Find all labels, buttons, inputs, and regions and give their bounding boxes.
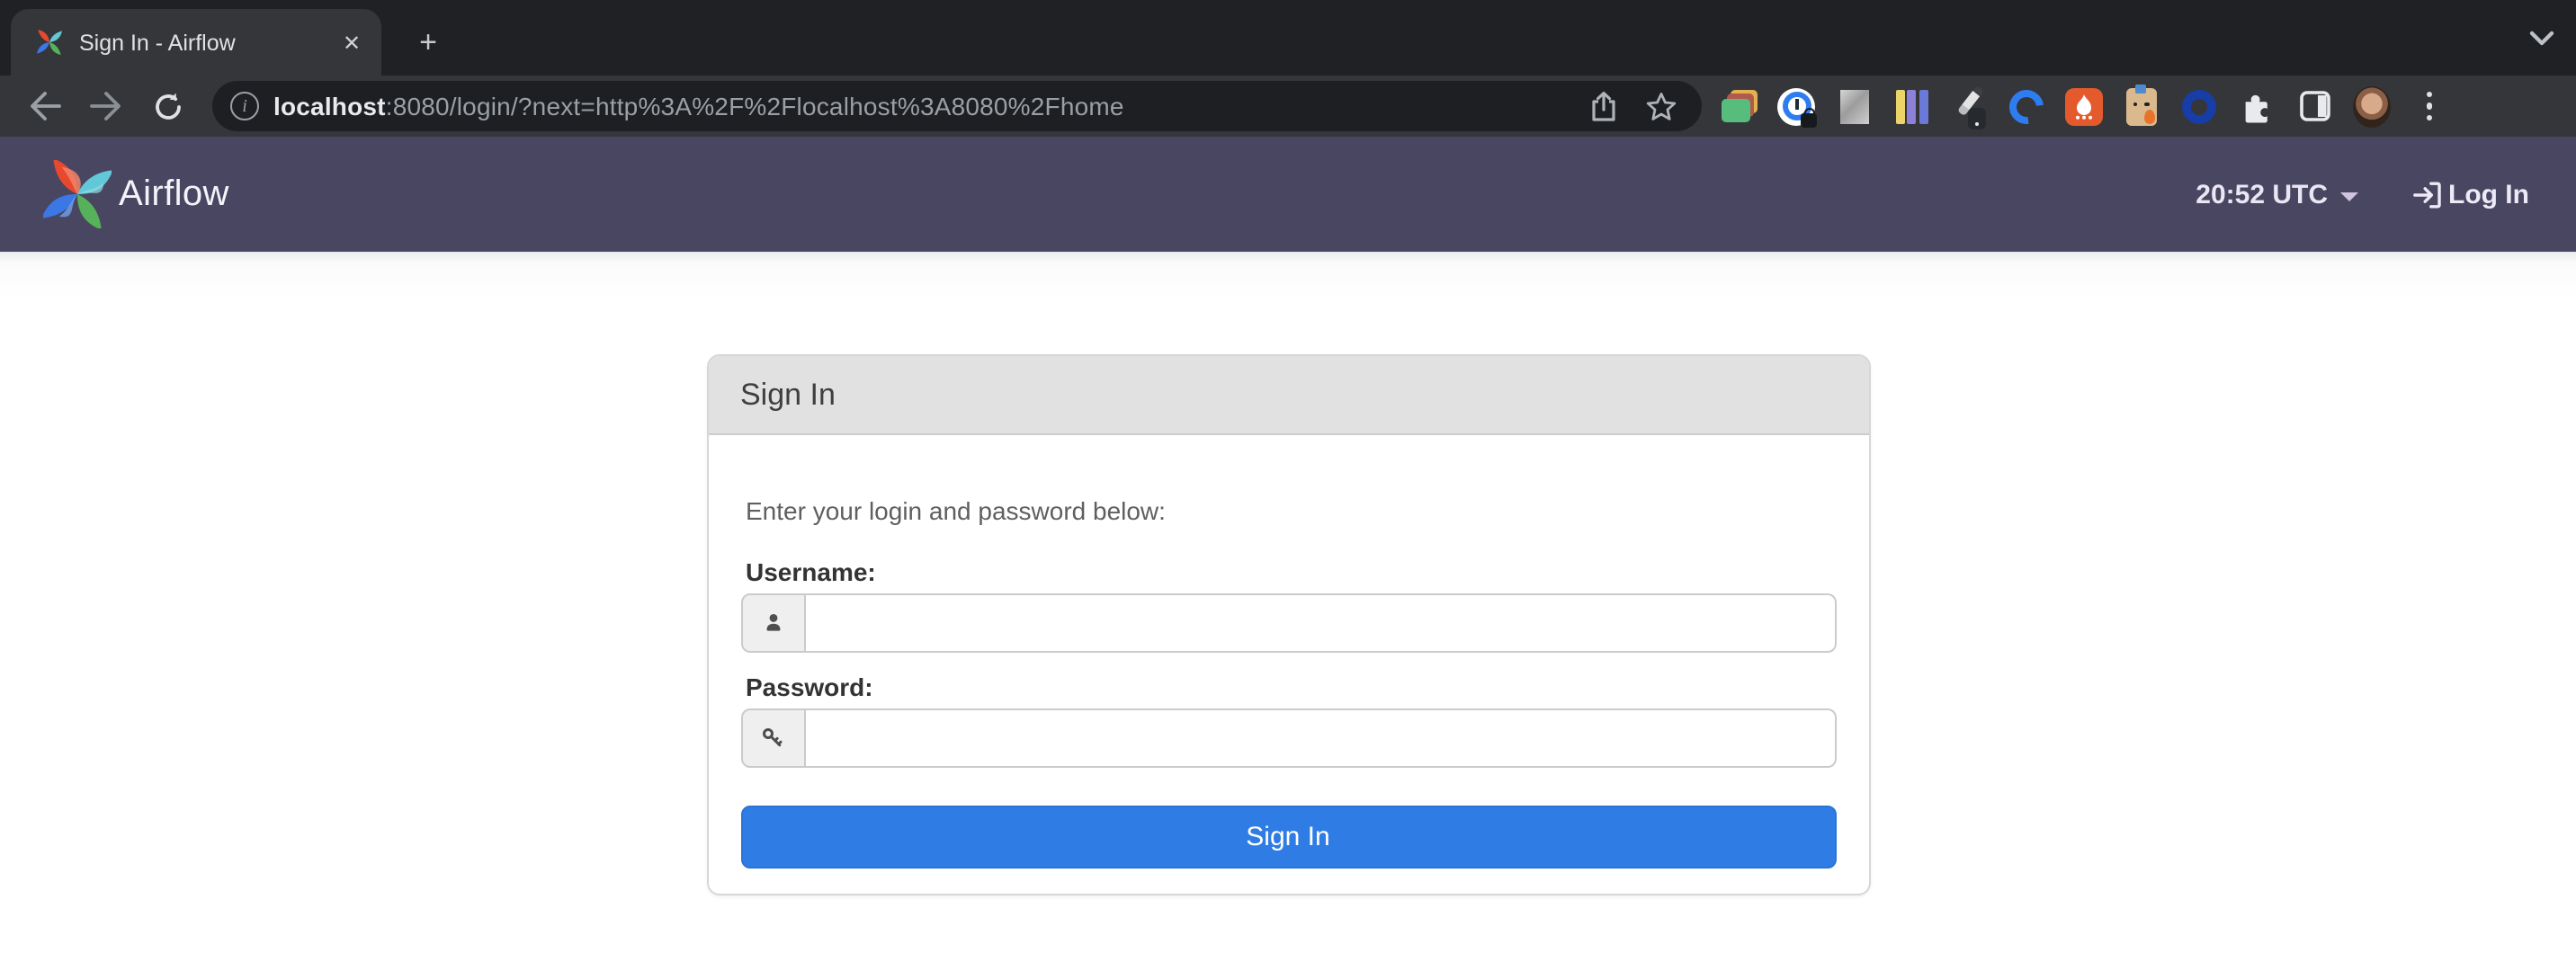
browser-toolbar: i localhost:8080/login/?next=http%3A%2F%… [0, 76, 2576, 137]
password-manager-icon[interactable] [1777, 87, 1817, 127]
sign-in-icon [2413, 181, 2441, 208]
reload-button[interactable] [144, 83, 191, 129]
url-text: localhost:8080/login/?next=http%3A%2F%2F… [273, 92, 1565, 120]
navbar-right: 20:52 UTC Log In [2196, 179, 2529, 209]
signin-instruction: Enter your login and password below: [746, 496, 1166, 525]
screenshot-thumbnail-icon[interactable] [1835, 87, 1873, 125]
airflow-brand[interactable]: Airflow [43, 160, 229, 228]
signin-card-body: Enter your login and password below: Use… [708, 435, 1868, 894]
folders-icon[interactable] [1720, 87, 1758, 125]
airflow-pinwheel-logo [43, 160, 112, 228]
user-icon [740, 593, 805, 653]
caret-down-icon [2340, 192, 2358, 200]
fire-icon[interactable] [2065, 87, 2103, 125]
tab-strip: Sign In - Airflow ✕ + [0, 0, 2576, 76]
blue-ring-icon[interactable] [2180, 87, 2218, 125]
new-tab-button[interactable]: + [403, 18, 453, 68]
signin-card: Sign In Enter your login and password be… [706, 354, 1870, 895]
back-button[interactable] [22, 83, 68, 129]
signin-card-header: Sign In [708, 356, 1868, 435]
browser-menu-icon[interactable] [2411, 87, 2448, 125]
bookmark-star-icon[interactable] [1641, 86, 1680, 126]
password-input-group [740, 708, 1836, 768]
url-path: :8080/login/?next=http%3A%2F%2Flocalhost… [385, 92, 1124, 120]
password-input[interactable] [805, 708, 1836, 768]
clock-label: 20:52 UTC [2196, 179, 2328, 209]
site-info-icon[interactable]: i [230, 92, 259, 120]
brand-name: Airflow [119, 174, 229, 213]
airflow-favicon-icon [36, 29, 63, 56]
browser-tab[interactable]: Sign In - Airflow ✕ [11, 9, 381, 76]
tab-close-icon[interactable]: ✕ [336, 27, 367, 58]
key-icon [740, 708, 805, 768]
signin-header-title: Sign In [740, 377, 836, 411]
forward-button[interactable] [83, 83, 130, 129]
login-page: Sign In Enter your login and password be… [0, 252, 2576, 980]
highlighter-pen-icon[interactable] [1950, 84, 1988, 129]
login-link[interactable]: Log In [2412, 179, 2529, 209]
username-input-group [740, 593, 1836, 653]
signin-submit-button[interactable]: Sign In [740, 806, 1836, 869]
browser-window: Sign In - Airflow ✕ + i localhost:8080/l… [0, 0, 2576, 980]
share-icon[interactable] [1583, 86, 1623, 126]
clock-dropdown[interactable]: 20:52 UTC [2196, 179, 2358, 209]
extensions-puzzle-icon[interactable] [2238, 87, 2276, 125]
clipboard-buddy-icon[interactable] [2123, 84, 2160, 125]
login-label: Log In [2448, 179, 2529, 209]
blue-c-icon[interactable] [2002, 82, 2051, 130]
password-label: Password: [746, 673, 873, 701]
side-panel-icon[interactable] [2295, 87, 2333, 125]
tab-search-chevron-icon[interactable] [2529, 23, 2554, 56]
profile-avatar[interactable] [2353, 85, 2391, 127]
username-label: Username: [746, 557, 876, 586]
extensions-row [1720, 82, 2448, 130]
color-columns-icon[interactable] [1892, 87, 1930, 125]
url-host: localhost [273, 92, 386, 120]
airflow-navbar: Airflow 20:52 UTC Log In [0, 137, 2576, 252]
username-input[interactable] [805, 593, 1836, 653]
tab-title: Sign In - Airflow [79, 30, 236, 55]
url-bar[interactable]: i localhost:8080/login/?next=http%3A%2F%… [212, 81, 1702, 131]
